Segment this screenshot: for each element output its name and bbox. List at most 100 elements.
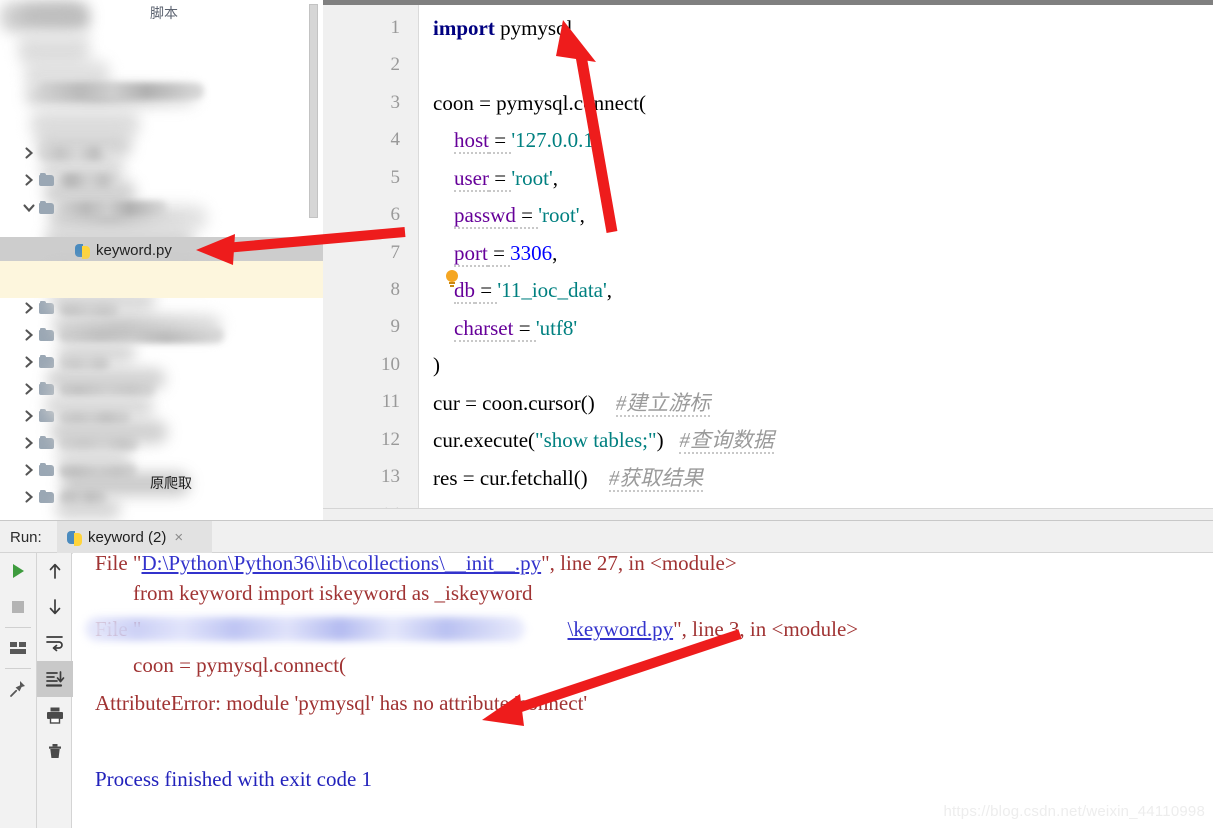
console-text: ", line 3, in <module> (673, 617, 859, 641)
token-param-user: user (454, 166, 489, 192)
run-toolbar[interactable] (0, 553, 73, 828)
token-param-charset: charset (454, 316, 514, 342)
list-item[interactable] (0, 167, 323, 193)
token-assign: = (473, 91, 497, 115)
sidebar-scrollbar[interactable] (309, 4, 318, 218)
scroll-up-button[interactable] (37, 553, 73, 589)
redacted-label (59, 172, 119, 188)
pin-button[interactable] (0, 671, 36, 707)
folder-icon (39, 173, 55, 187)
token-module-name: pymysql (500, 16, 573, 40)
secondary-folder-label: 原爬取 (150, 475, 192, 491)
code-line-6: passwd = 'root', (433, 203, 585, 229)
console-line-4: coon = pymysql.connect( (133, 653, 346, 677)
stop-button[interactable] (0, 589, 36, 625)
list-item[interactable] (0, 195, 323, 221)
chevron-right-icon (22, 409, 36, 423)
code-text-area[interactable]: import pymysql coon = pymysql.connect( h… (419, 5, 1213, 516)
line-number: 3 (390, 92, 401, 113)
folder-icon (39, 490, 55, 504)
console-text: from keyword import iskeyword as _iskeyw… (133, 581, 533, 605)
chevron-right-icon (22, 463, 36, 477)
token-comma: , (597, 128, 603, 152)
code-line-13: res = cur.fetchall() #获取结果 (433, 466, 704, 492)
close-icon[interactable]: × (174, 529, 183, 546)
redacted-blur (18, 30, 90, 64)
line-number: 1 (390, 17, 401, 38)
line-number-gutter: 1 2 3 4 5 6 7 8 9 10 11 12 13 14 (323, 5, 419, 525)
clear-all-button[interactable] (37, 733, 73, 769)
code-line-7: port = 3306, (433, 241, 558, 267)
code-line-12: cur.execute("show tables;") #查询数据 (433, 428, 774, 454)
intention-bulb-icon[interactable] (445, 270, 459, 288)
run-tool-window[interactable]: Run: keyword (2) × File "D:\Python\Pytho… (0, 520, 1213, 828)
token-gap (588, 466, 609, 490)
token-gap (664, 428, 680, 452)
redacted-blur (56, 447, 132, 469)
project-tool-window[interactable]: keyword.py 脚本 原爬取 (0, 0, 323, 520)
code-line-1: import pymysql (433, 17, 572, 39)
python-file-icon (75, 243, 91, 259)
console-text: AttributeError: module 'pymysql' has no … (95, 691, 588, 715)
redacted-label (39, 145, 109, 161)
token-comma: , (579, 203, 585, 227)
chevron-down-icon (22, 201, 36, 215)
console-file-link[interactable]: \keyword.py (568, 617, 674, 641)
sidebar-item-keyword-py[interactable]: keyword.py (0, 237, 323, 264)
tab-keyword-run[interactable]: keyword (2) × (57, 521, 212, 554)
token-value-charset: 'utf8' (535, 316, 578, 340)
chevron-right-icon (22, 328, 36, 342)
line-number: 13 (381, 466, 400, 487)
divider (5, 668, 31, 669)
code-line-9: charset = 'utf8' (433, 316, 578, 342)
line-number: 8 (390, 279, 401, 300)
code-line-8: db = '11_ioc_data', (433, 278, 613, 304)
run-window-label: Run: (10, 529, 42, 546)
redacted-path-blur (85, 617, 525, 641)
token-cursor-call: cur = coon.cursor() (433, 391, 595, 415)
watermark-url: https://blog.csdn.net/weixin_44110998 (943, 803, 1205, 820)
token-sql-string: "show tables;" (535, 428, 657, 452)
scroll-down-button[interactable] (37, 589, 73, 625)
token-comment-12: #查询数据 (679, 428, 774, 454)
line-number: 5 (390, 167, 401, 188)
token-connect-call: pymysql.connect( (496, 91, 647, 115)
token-value-user: 'root' (511, 166, 553, 190)
print-button[interactable] (37, 697, 73, 733)
tab-label: keyword (2) (88, 529, 167, 546)
token-value-host: '127.0.0.1' (511, 128, 598, 152)
console-line-1: File "D:\Python\Python36\lib\collections… (95, 553, 737, 575)
token-comma: , (552, 241, 558, 265)
folder-icon (39, 201, 55, 215)
token-execute-post: ) (656, 428, 664, 452)
token-value-db: '11_ioc_data' (497, 278, 607, 302)
line-number: 4 (390, 129, 401, 150)
code-editor[interactable]: 1 2 3 4 5 6 7 8 9 10 11 12 13 14 import … (0, 0, 1213, 525)
line-number: 9 (390, 316, 401, 337)
token-eq: = (515, 203, 539, 229)
folder-icon (39, 355, 55, 369)
layout-button[interactable] (0, 630, 36, 666)
token-eq: = (513, 316, 536, 342)
token-comma: , (606, 278, 613, 302)
script-folder-label: 脚本 (150, 5, 178, 21)
run-tab-bar: Run: keyword (2) × (0, 520, 1213, 554)
token-close-paren: ) (433, 353, 440, 377)
redacted-blur (56, 342, 136, 364)
soft-wrap-button[interactable] (37, 625, 73, 661)
console-file-link[interactable]: D:\Python\Python36\lib\collections\__ini… (142, 553, 542, 575)
run-console-output[interactable]: File "D:\Python\Python36\lib\collections… (73, 553, 1213, 828)
scroll-to-end-button[interactable] (37, 661, 73, 697)
token-comment-11: #建立游标 (615, 391, 711, 417)
list-item[interactable] (0, 78, 323, 104)
chevron-right-icon (22, 490, 36, 504)
console-text: File " (95, 553, 142, 575)
rerun-button[interactable] (0, 553, 36, 589)
list-item[interactable] (0, 140, 323, 166)
token-fetchall: res = cur.fetchall() (433, 466, 588, 490)
redacted-label (59, 200, 167, 216)
code-line-3: coon = pymysql.connect( (433, 92, 646, 114)
console-line-finished: Process finished with exit code 1 (95, 767, 372, 791)
token-value-port: 3306 (510, 241, 553, 265)
redacted-blur (50, 420, 168, 444)
